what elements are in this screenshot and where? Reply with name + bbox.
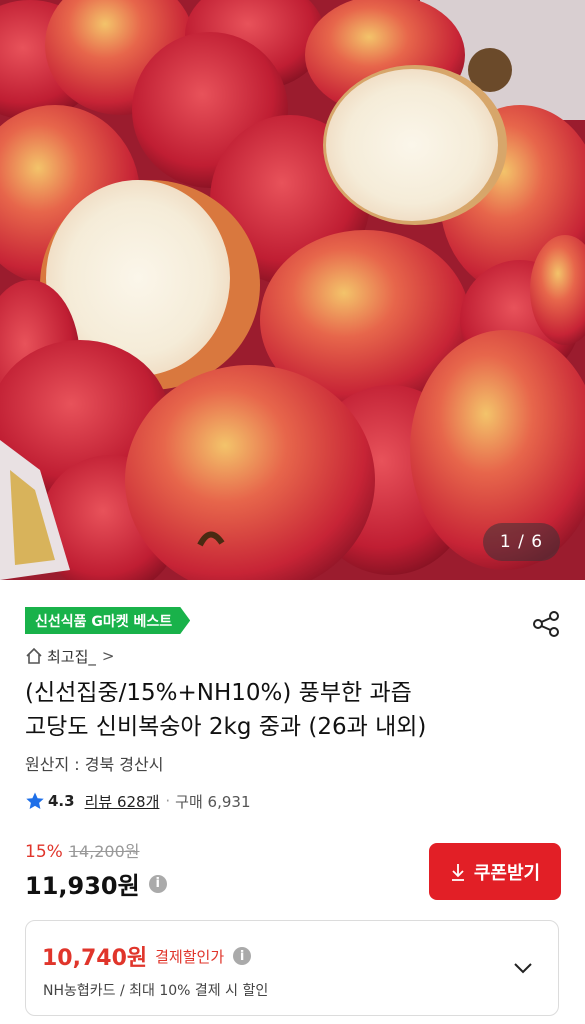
store-link[interactable]: 최고집_ > bbox=[25, 645, 114, 667]
rating-score: 4.3 bbox=[48, 792, 75, 810]
original-price: 14,200원 bbox=[68, 842, 140, 861]
payment-price-label: 결제할인가 bbox=[155, 947, 225, 966]
payment-discount-box[interactable]: 10,740원 결제할인가 i NH농협카드 / 최대 10% 결제 시 할인 bbox=[25, 920, 559, 1016]
star-icon bbox=[26, 792, 44, 809]
discount-percent: 15% bbox=[25, 842, 63, 862]
store-name: 최고집_ bbox=[47, 647, 96, 666]
product-title-line1: (신선집중/15%+NH10%) 풍부한 과즙 bbox=[25, 680, 412, 706]
share-icon[interactable] bbox=[530, 608, 562, 640]
info-icon[interactable]: i bbox=[148, 874, 167, 893]
origin-text: 원산지 : 경북 경산시 bbox=[25, 755, 164, 774]
sale-price-row: 11,930원 i bbox=[25, 866, 167, 901]
payment-price: 10,740원 bbox=[42, 946, 148, 971]
chevron-right-icon: > bbox=[101, 647, 115, 665]
info-icon[interactable]: i bbox=[233, 947, 252, 965]
chevron-down-icon[interactable] bbox=[511, 956, 535, 980]
best-badge: 신선식품 G마켓 베스트 bbox=[25, 607, 191, 634]
separator-dot: · bbox=[165, 792, 171, 810]
discount-row: 15% 14,200원 bbox=[25, 838, 140, 862]
home-icon bbox=[26, 647, 42, 664]
product-title: (신선집중/15%+NH10%) 풍부한 과즙 고당도 신비복숭아 2kg 중과… bbox=[25, 676, 565, 744]
coupon-button[interactable]: 쿠폰받기 bbox=[429, 843, 561, 900]
coupon-label: 쿠폰받기 bbox=[473, 862, 541, 883]
rating-row: 4.3 리뷰 628개 · 구매 6,931 bbox=[25, 789, 250, 813]
image-counter: 1 / 6 bbox=[483, 523, 560, 561]
sale-price: 11,930원 bbox=[25, 872, 140, 900]
product-image bbox=[0, 0, 585, 580]
purchase-count: 구매 6,931 bbox=[175, 792, 251, 811]
payment-note: NH농협카드 / 최대 10% 결제 시 할인 bbox=[43, 983, 269, 999]
payment-price-row: 10,740원 결제할인가 i bbox=[42, 940, 252, 972]
review-link[interactable]: 리뷰 628개 bbox=[85, 791, 160, 812]
download-icon bbox=[451, 863, 464, 881]
product-title-line2: 고당도 신비복숭아 2kg 중과 (26과 내외) bbox=[25, 714, 427, 740]
product-image-gallery[interactable]: 1 / 6 bbox=[0, 0, 585, 580]
